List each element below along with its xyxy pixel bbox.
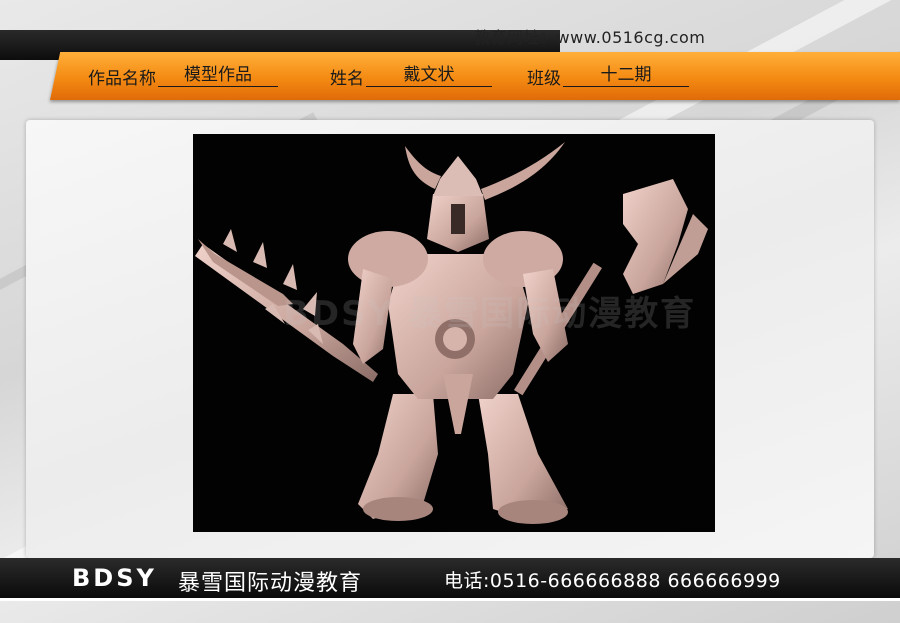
work-name-value: 模型作品 xyxy=(158,60,278,87)
work-name-field: 作品名称 模型作品 xyxy=(88,64,278,91)
website-url: www.0516cg.com xyxy=(556,28,706,47)
student-name-label: 姓名 xyxy=(330,69,364,89)
bdsy-logo: BDSY xyxy=(72,564,157,592)
website-label: 教育网址： xyxy=(474,28,557,47)
student-name-value: 戴文状 xyxy=(366,60,492,87)
class-value: 十二期 xyxy=(563,60,689,87)
work-name-label: 作品名称 xyxy=(88,69,156,89)
class-field: 班级 十二期 xyxy=(527,64,689,91)
school-name: 暴雪国际动漫教育 xyxy=(178,571,363,596)
bottom-divider xyxy=(0,598,900,601)
watermark: BDSY 暴雪国际动漫教育 xyxy=(283,294,697,334)
website-text: 教育网址：www.0516cg.com xyxy=(474,24,705,48)
class-label: 班级 xyxy=(527,69,561,89)
student-name-field: 姓名 戴文状 xyxy=(330,64,492,91)
model-render-image: BDSY 暴雪国际动漫教育 xyxy=(193,134,715,532)
phone-number: 电话:0516-666666888 666666999 xyxy=(444,570,781,592)
